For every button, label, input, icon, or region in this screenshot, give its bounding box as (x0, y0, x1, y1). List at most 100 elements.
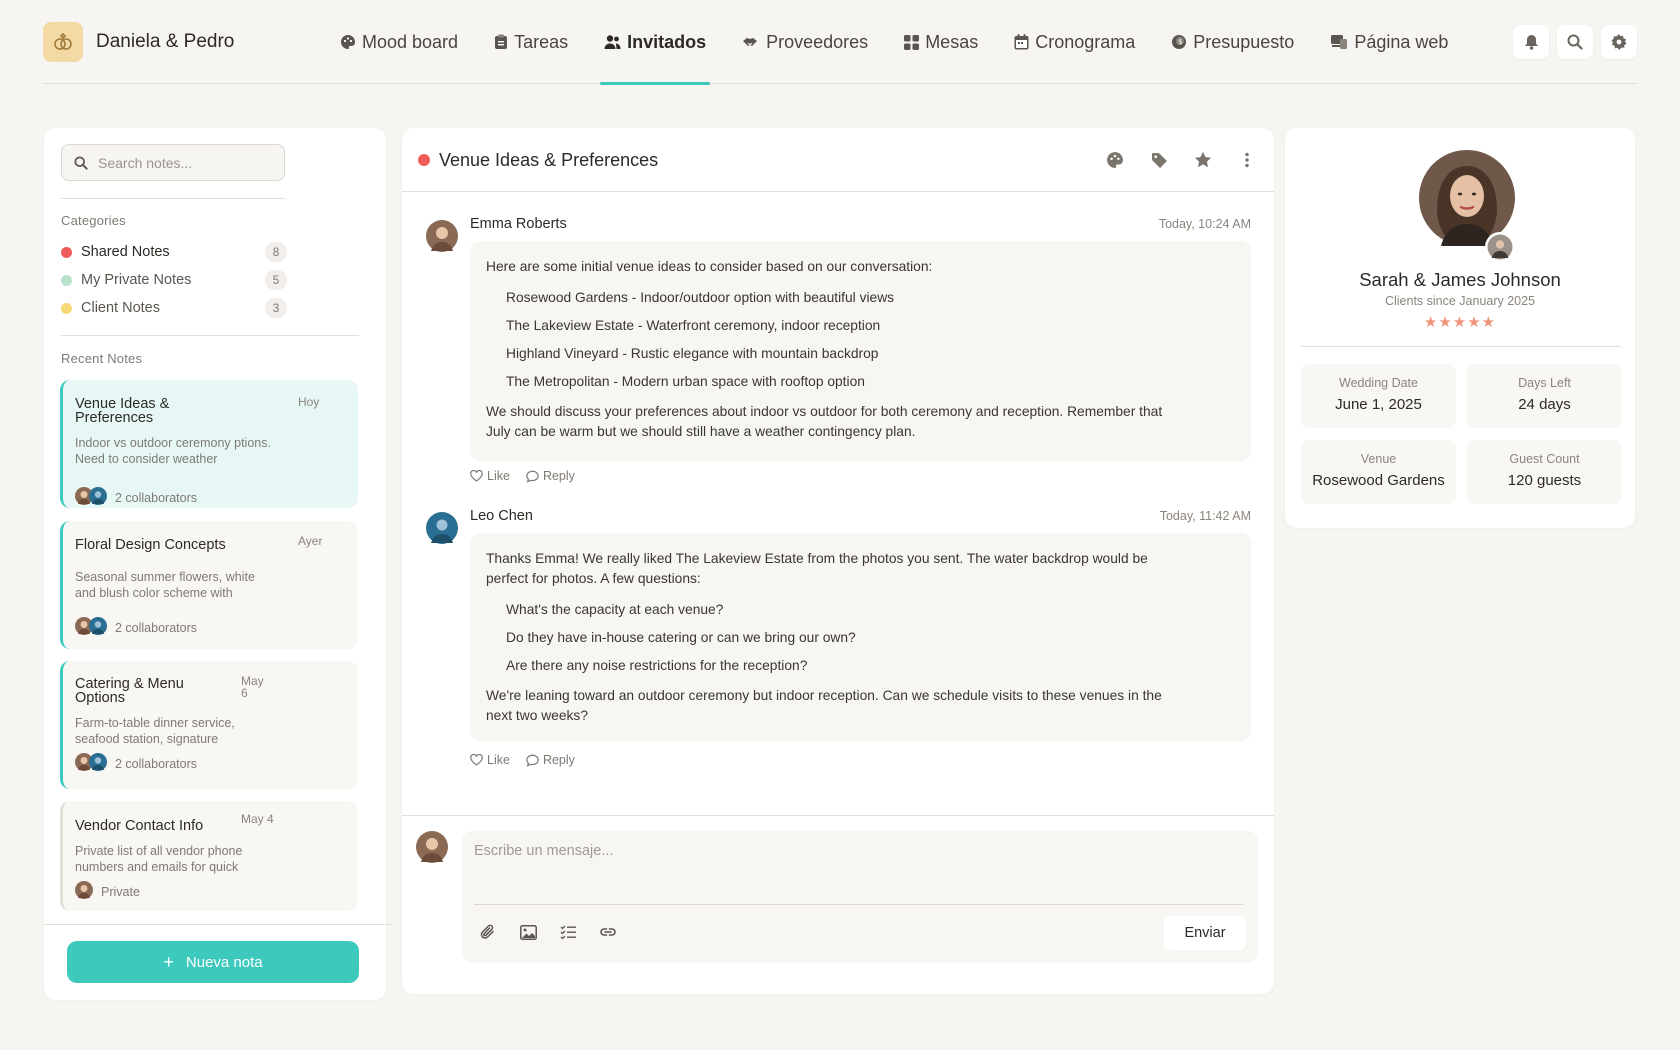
message-composer: Enviar (462, 831, 1258, 963)
new-note-button[interactable]: + Nueva nota (67, 941, 359, 983)
stat-days-left: Days Left 24 days (1467, 364, 1622, 428)
message-text: We should discuss your preferences about… (486, 404, 1163, 439)
search-box[interactable] (61, 144, 285, 181)
divider (61, 335, 359, 336)
color-button[interactable] (1100, 146, 1130, 174)
divider (402, 815, 1274, 816)
notifications-button[interactable] (1513, 25, 1549, 59)
note-collaborators: 2 collaborators (75, 487, 346, 508)
brand-name: Daniela & Pedro (96, 31, 235, 52)
conversation-header: Venue Ideas & Preferences (402, 128, 1274, 192)
list-item: The Lakeview Estate - Waterfront ceremon… (506, 318, 881, 333)
nav-label: Cronograma (1035, 31, 1136, 52)
send-button[interactable]: Enviar (1164, 916, 1246, 950)
collaborators-label: 2 collaborators (115, 490, 197, 505)
handshake-icon (743, 38, 758, 46)
nav-proveedores[interactable]: Proveedores (724, 0, 886, 84)
more-options-button[interactable] (1232, 146, 1262, 174)
stat-guest-count: Guest Count 120 guests (1467, 440, 1622, 504)
avatar (89, 753, 107, 774)
nav-mood-board[interactable]: Mood board (322, 0, 476, 84)
clipboard-icon (495, 34, 508, 49)
note-collaborators: 2 collaborators (75, 753, 346, 774)
stat-label: Wedding Date (1339, 376, 1418, 390)
nav-invitados[interactable]: Invitados (586, 0, 724, 85)
heart-icon (470, 754, 483, 766)
like-button[interactable]: Like (470, 469, 510, 483)
message-time: Today, 10:24 AM (1158, 217, 1251, 231)
plus-icon: + (163, 952, 174, 972)
like-button[interactable]: Like (470, 753, 510, 767)
top-actions (1513, 25, 1637, 59)
nav-presupuesto[interactable]: $ Presupuesto (1153, 0, 1312, 84)
message-input[interactable] (474, 843, 1244, 895)
grid-icon (904, 34, 920, 50)
checklist-button[interactable] (556, 920, 580, 944)
privacy-label: Private (101, 884, 140, 899)
paperclip-icon (480, 924, 494, 939)
conversation-panel: Venue Ideas & Preferences Emma Roberts T… (402, 128, 1274, 994)
reply-button[interactable]: Reply (526, 469, 575, 483)
nav-label: Tareas (514, 31, 569, 52)
bell-icon (1524, 35, 1538, 50)
note-card-venue-ideas[interactable]: Venue Ideas & Preferences Hoy Indoor vs … (60, 380, 358, 508)
stat-label: Guest Count (1509, 452, 1580, 466)
avatar (89, 487, 107, 508)
new-note-label: Nueva nota (185, 953, 263, 971)
note-excerpt: Private list of all vendor phone numbers… (75, 844, 243, 874)
tag-button[interactable] (1144, 146, 1174, 174)
note-card-catering[interactable]: Catering & Menu Options May 6 Farm-to-ta… (60, 661, 358, 789)
gear-icon (1611, 34, 1627, 50)
composer-tools (476, 920, 620, 944)
link-button[interactable] (596, 920, 620, 944)
settings-button[interactable] (1601, 25, 1637, 59)
search-icon (1567, 34, 1583, 50)
message-actions: Like Reply (470, 753, 575, 767)
category-client-notes[interactable]: Client Notes 3 (61, 297, 287, 319)
search-notes-input[interactable] (98, 154, 268, 171)
nav-pagina-web[interactable]: Página web (1312, 0, 1466, 84)
nav-label: Mesas (925, 31, 979, 52)
nav-cronograma[interactable]: Cronograma (996, 0, 1153, 84)
note-date: Hoy (298, 395, 320, 409)
note-card-floral-design[interactable]: Floral Design Concepts Ayer Seasonal sum… (60, 521, 358, 649)
rings-logo-icon (43, 22, 83, 62)
palette-icon (1107, 152, 1123, 168)
category-shared-notes[interactable]: Shared Notes 8 (61, 241, 287, 263)
note-date: Ayer (298, 534, 323, 548)
stat-venue: Venue Rosewood Gardens (1301, 440, 1456, 504)
laptop-icon (1331, 35, 1348, 49)
category-private-notes[interactable]: My Private Notes 5 (61, 269, 287, 291)
nav-mesas[interactable]: Mesas (886, 0, 996, 84)
message-text: Here are some initial venue ideas to con… (486, 259, 933, 274)
search-button[interactable] (1557, 25, 1593, 59)
nav-label: Proveedores (766, 31, 869, 52)
favorite-button[interactable] (1188, 146, 1218, 174)
collaborators-label: 2 collaborators (115, 756, 197, 771)
users-icon (604, 35, 621, 49)
note-title: Catering & Menu Options (75, 676, 184, 706)
note-collaborators: 2 collaborators (75, 617, 346, 638)
category-label: My Private Notes (81, 272, 192, 288)
list-item: Do they have in-house catering or can we… (506, 630, 856, 645)
image-icon (519, 924, 537, 940)
nav-label: Presupuesto (1193, 31, 1295, 52)
nav-tareas[interactable]: Tareas (476, 0, 586, 84)
palette-icon (341, 34, 356, 49)
reply-button[interactable]: Reply (526, 753, 575, 767)
note-date: May 4 (241, 812, 274, 826)
message-bubble: Here are some initial venue ideas to con… (470, 241, 1251, 461)
note-card-vendor-contact[interactable]: Vendor Contact Info May 4 Private list o… (60, 801, 358, 911)
stat-value: 24 days (1518, 396, 1571, 413)
list-item: The Metropolitan - Modern urban space wi… (506, 374, 865, 389)
star-icon (1194, 151, 1212, 168)
divider (61, 198, 285, 199)
note-collaborators: Private (75, 881, 346, 902)
image-button[interactable] (516, 920, 540, 944)
avatar (75, 881, 93, 902)
client-profile-panel: Sarah & James Johnson Clients since Janu… (1285, 128, 1635, 528)
nav-label: Mood board (362, 31, 459, 52)
status-dot (418, 154, 430, 166)
attach-button[interactable] (476, 920, 500, 944)
brand[interactable]: Daniela & Pedro (43, 22, 234, 62)
